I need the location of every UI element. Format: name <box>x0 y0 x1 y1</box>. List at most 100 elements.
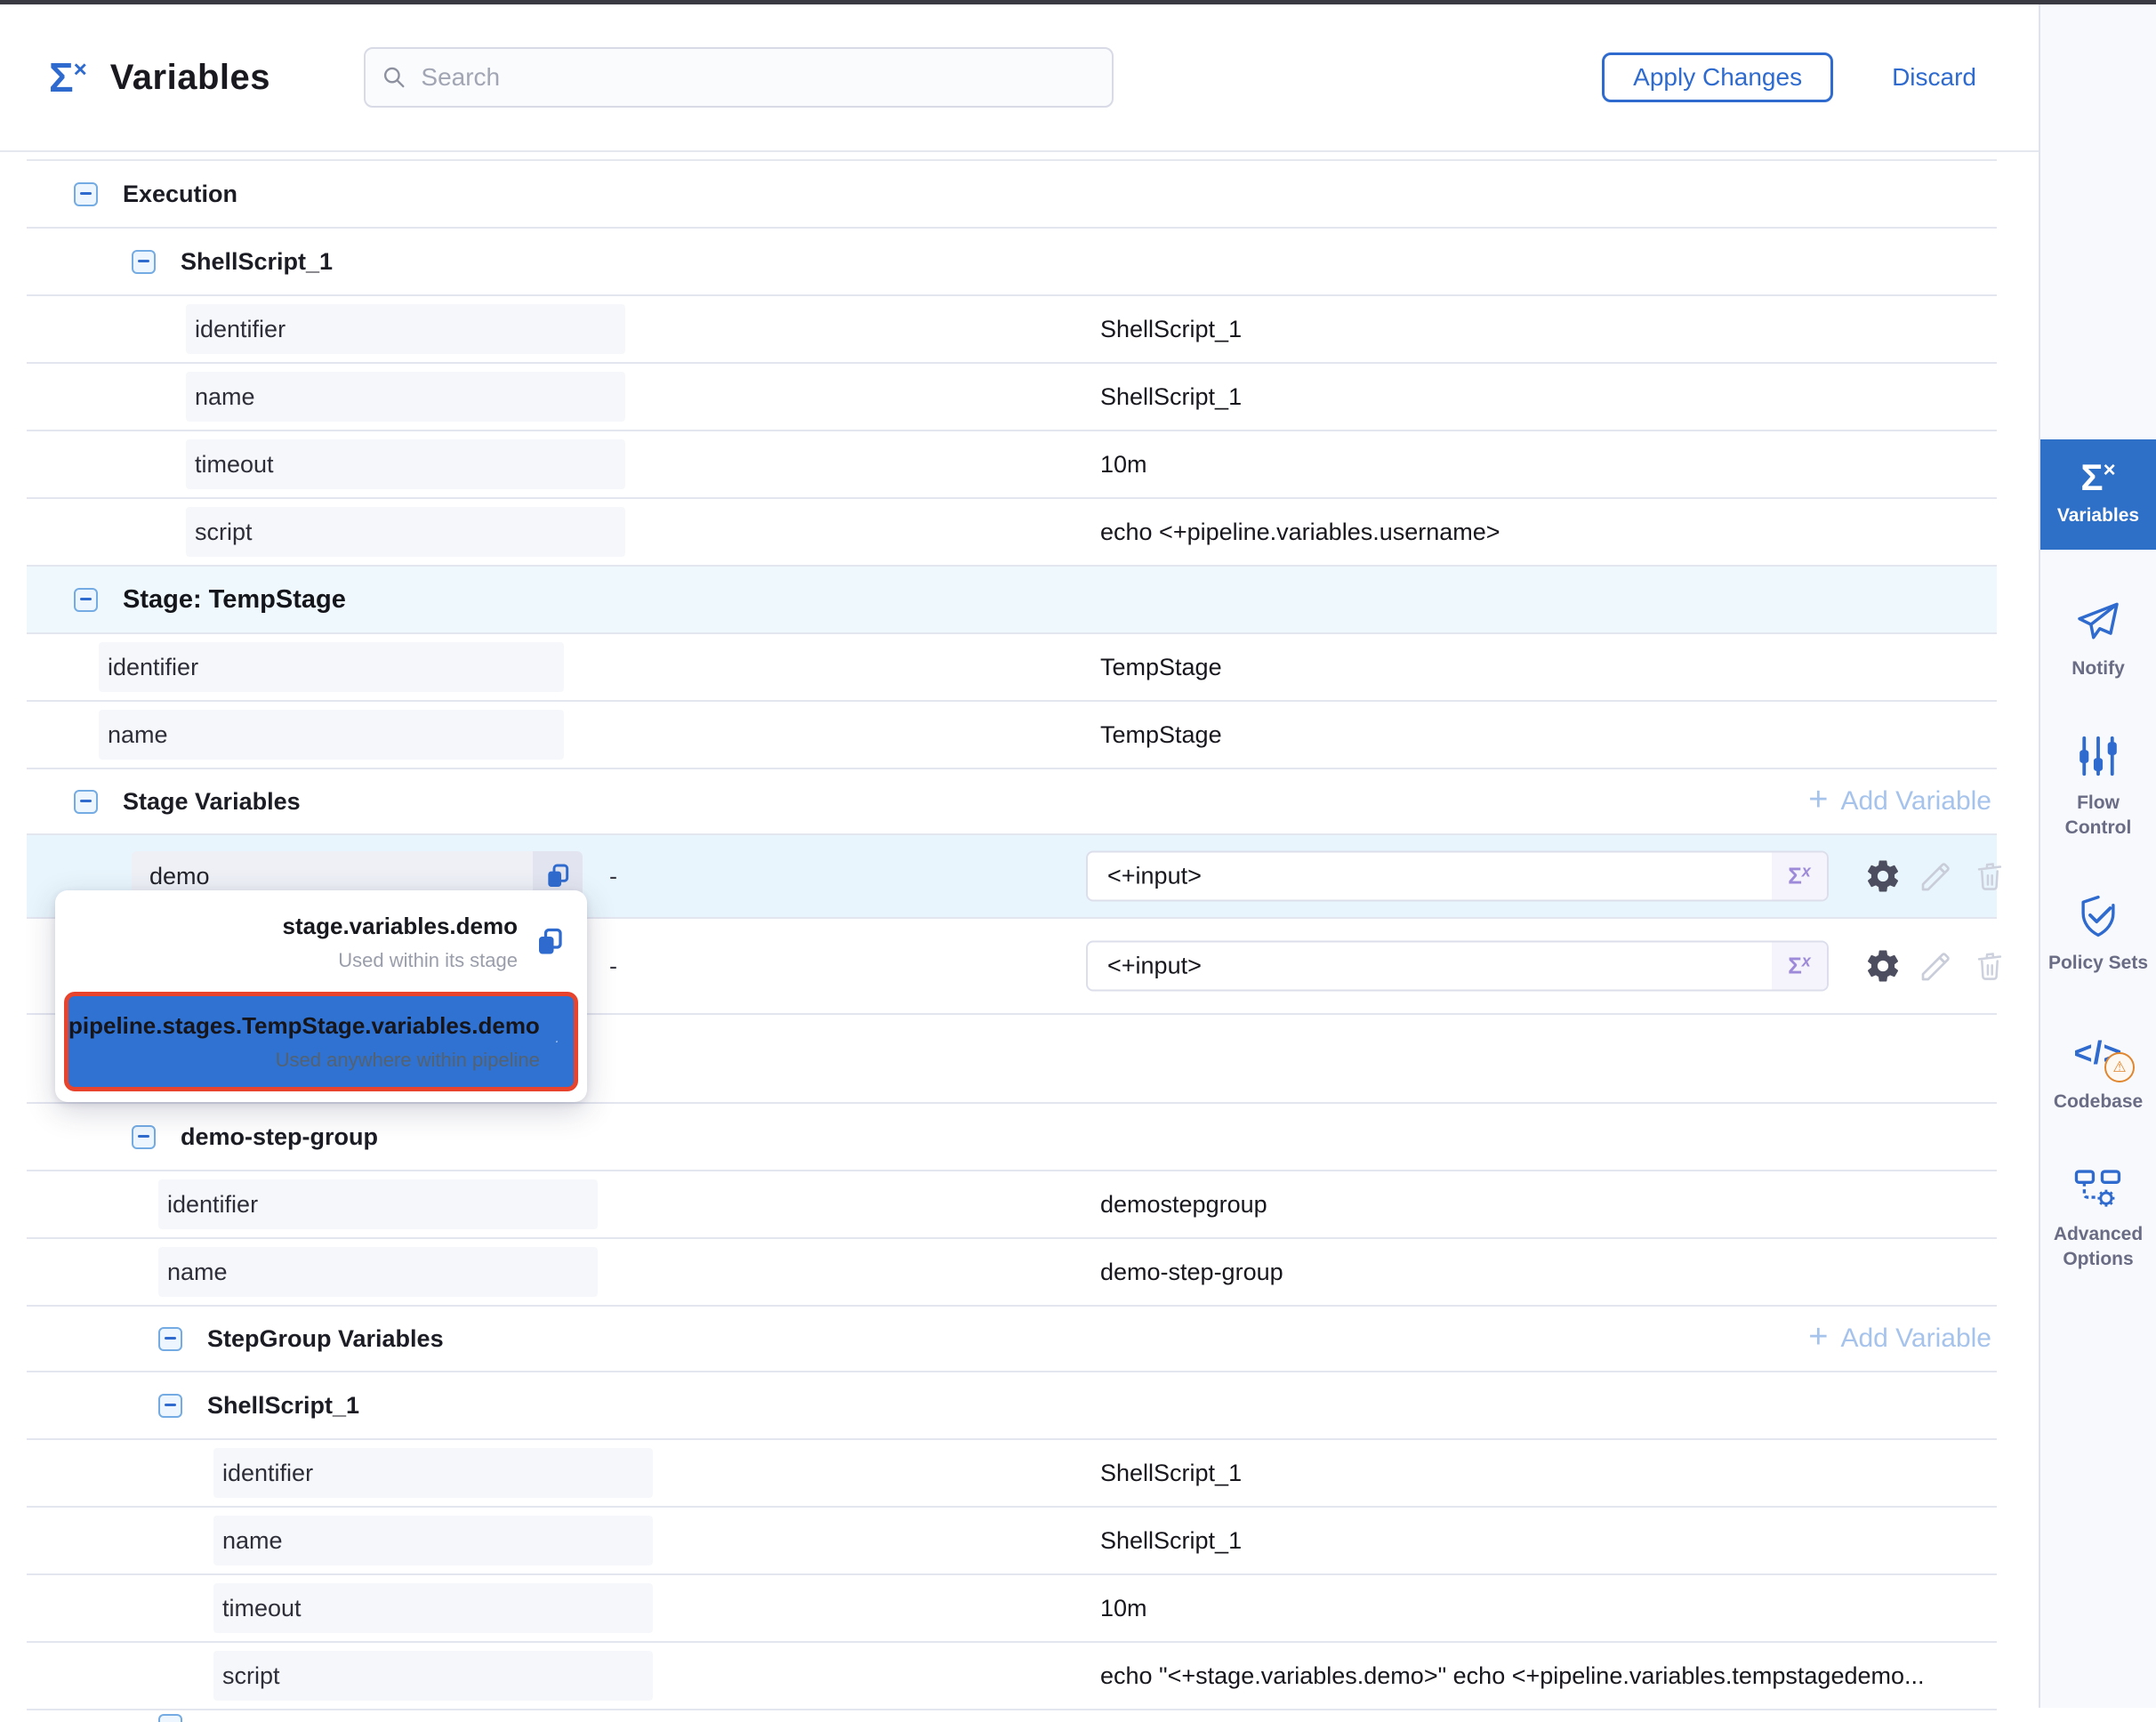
row-partial-bottom <box>27 1710 1997 1722</box>
group-label: ShellScript_1 <box>207 1392 359 1420</box>
collapse-icon[interactable] <box>158 1394 182 1418</box>
rail-item-policy-sets[interactable]: Policy Sets <box>2040 892 2156 976</box>
settings-button[interactable] <box>1863 857 1903 896</box>
row-stage-identifier: identifier TempStage <box>27 634 1997 702</box>
property-value: TempStage <box>1100 654 1222 681</box>
trash-icon <box>1973 859 2007 893</box>
rail-item-variables[interactable]: Σ× Variables <box>2040 439 2156 550</box>
rail-item-notify[interactable]: Notify <box>2040 596 2156 681</box>
plus-icon: + <box>1808 783 1828 817</box>
page-title: Variables <box>110 58 270 98</box>
gear-icon <box>1864 857 1902 895</box>
collapse-icon[interactable] <box>132 1125 156 1149</box>
property-label: name <box>186 372 625 422</box>
pencil-icon <box>1919 858 1954 894</box>
row-execution: Execution <box>27 161 1997 229</box>
variable-value-input[interactable]: <+input> Σx <box>1086 851 1829 902</box>
row-script: script echo <+pipeline.variables.usernam… <box>27 499 1997 567</box>
row-shellscript-1: ShellScript_1 <box>27 229 1997 296</box>
add-variable-button[interactable]: +Add Variable <box>1808 1324 1991 1354</box>
search-input[interactable] <box>419 62 1096 93</box>
group-label: Stage Variables <box>123 788 301 816</box>
property-label: name <box>213 1516 653 1565</box>
row-identifier: identifier ShellScript_1 <box>27 296 1997 364</box>
paper-plane-icon <box>2073 596 2123 646</box>
stage-title: Stage: TempStage <box>123 585 346 615</box>
expression-popover: stage.variables.demo Used within its sta… <box>55 890 587 1102</box>
property-value: ShellScript_1 <box>1100 316 1242 343</box>
search-box[interactable] <box>364 47 1114 108</box>
row-actions <box>1863 857 2009 896</box>
expression-option-stage-scope[interactable]: stage.variables.demo Used within its sta… <box>55 897 587 986</box>
property-value: TempStage <box>1100 721 1222 749</box>
settings-button[interactable] <box>1863 946 1903 986</box>
row-nested-name: name ShellScript_1 <box>27 1508 1997 1575</box>
property-label: name <box>99 710 564 760</box>
warning-icon: ⚠ <box>2104 1052 2135 1082</box>
copy-icon[interactable] <box>556 1026 558 1058</box>
property-value: echo "<+stage.variables.demo>" echo <+pi… <box>1100 1662 1925 1690</box>
group-label: demo-step-group <box>181 1123 378 1151</box>
row-demo-step-group: demo-step-group <box>27 1104 1997 1171</box>
header-actions: Apply Changes Discard <box>1602 52 1976 102</box>
rail-item-codebase[interactable]: </> ⚠ Codebase <box>2040 1027 2156 1114</box>
collapse-icon[interactable] <box>74 790 98 814</box>
group-label: StepGroup Variables <box>207 1325 444 1353</box>
discard-button[interactable]: Discard <box>1892 63 1976 92</box>
panel-header: Σ× Variables Apply Changes Discard <box>0 4 2039 152</box>
row-nested-timeout: timeout 10m <box>27 1575 1997 1643</box>
sliders-icon <box>2074 732 2122 780</box>
required-dash: - <box>609 863 617 890</box>
property-label: identifier <box>213 1448 653 1498</box>
expression-option-pipeline-scope[interactable]: pipeline.stages.TempStage.variables.demo… <box>64 992 578 1091</box>
delete-button[interactable] <box>1970 857 2009 896</box>
expression-text: pipeline.stages.TempStage.variables.demo <box>68 1012 540 1040</box>
row-nested-identifier: identifier ShellScript_1 <box>27 1440 1997 1508</box>
property-label: identifier <box>99 642 564 692</box>
property-label: script <box>186 507 625 557</box>
delete-button[interactable] <box>1970 946 2009 986</box>
shield-check-icon <box>2074 892 2122 940</box>
rail-item-flow-control[interactable]: Flow Control <box>2040 732 2156 840</box>
property-value: demostepgroup <box>1100 1191 1267 1219</box>
edit-button[interactable] <box>1917 946 1956 986</box>
copy-icon <box>543 862 572 890</box>
variables-panel: Σ× Variables Apply Changes Discard Execu… <box>0 4 2040 1708</box>
variable-value-input[interactable]: <+input> Σx <box>1086 941 1829 992</box>
row-stage-variables: Stage Variables +Add Variable <box>27 769 1997 835</box>
collapse-icon[interactable] <box>158 1327 182 1351</box>
input-value: <+input> <box>1088 943 1772 990</box>
collapse-icon[interactable] <box>74 588 98 612</box>
expression-usage: Used within its stage <box>283 949 518 972</box>
collapse-icon[interactable] <box>74 182 98 206</box>
collapse-icon[interactable] <box>158 1714 182 1722</box>
add-variable-button[interactable]: +Add Variable <box>1808 786 1991 817</box>
row-shellscript-1-nested: ShellScript_1 <box>27 1372 1997 1440</box>
property-value: 10m <box>1100 451 1147 479</box>
rail-item-advanced-options[interactable]: Advanced Options <box>2040 1165 2156 1271</box>
row-sg-name: name demo-step-group <box>27 1239 1997 1307</box>
row-stepgroup-variables: StepGroup Variables +Add Variable <box>27 1307 1997 1372</box>
group-label: Execution <box>123 181 237 208</box>
variables-sigma-icon: Σ× <box>2080 459 2115 496</box>
expression-toggle-button[interactable]: Σx <box>1772 943 1827 990</box>
row-sg-identifier: identifier demostepgroup <box>27 1171 1997 1239</box>
property-label: name <box>158 1247 598 1297</box>
copy-icon[interactable] <box>534 926 566 958</box>
group-label: ShellScript_1 <box>181 248 333 276</box>
apply-changes-button[interactable]: Apply Changes <box>1602 52 1833 102</box>
property-label: timeout <box>213 1583 653 1633</box>
plus-icon: + <box>1808 1320 1828 1354</box>
collapse-icon[interactable] <box>132 250 156 274</box>
property-value: demo-step-group <box>1100 1259 1283 1286</box>
edit-button[interactable] <box>1917 857 1956 896</box>
expression-toggle-button[interactable]: Σx <box>1772 853 1827 900</box>
expression-usage: Used anywhere within pipeline <box>68 1049 540 1072</box>
row-actions <box>1863 946 2009 986</box>
code-icon: </> ⚠ <box>2067 1027 2129 1079</box>
property-label: identifier <box>158 1179 598 1229</box>
input-value: <+input> <box>1088 853 1772 900</box>
variables-sigma-icon: Σ× <box>49 57 87 98</box>
row-name: name ShellScript_1 <box>27 364 1997 431</box>
property-value: ShellScript_1 <box>1100 383 1242 411</box>
